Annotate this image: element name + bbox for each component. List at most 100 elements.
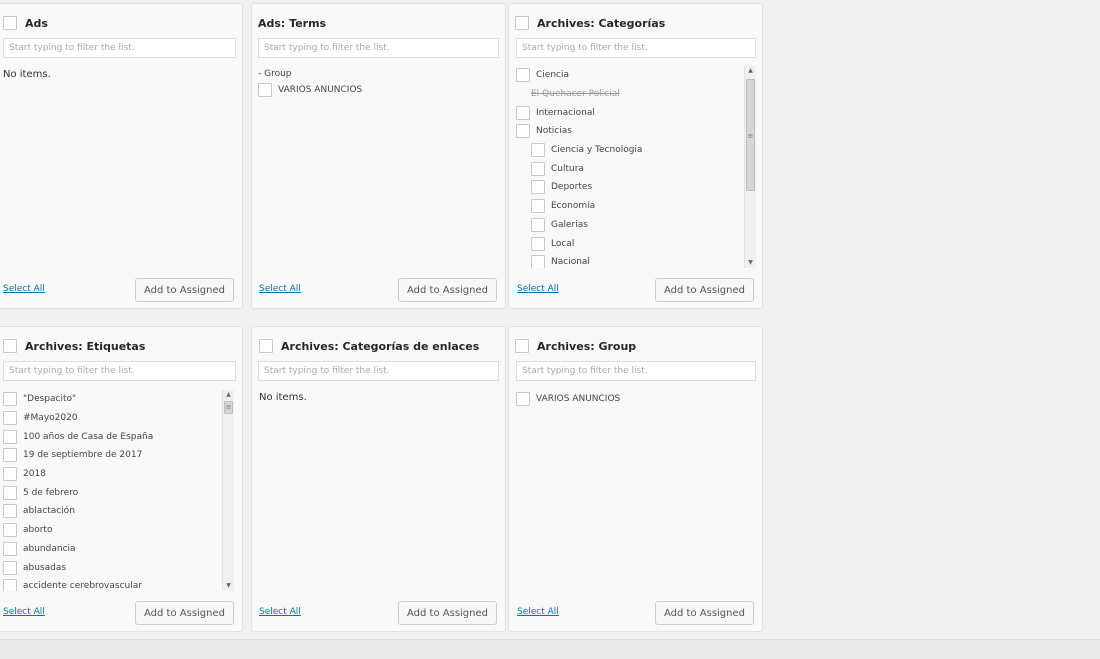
select-all-link[interactable]: Select All [259,284,301,294]
item-list: VARIOS ANUNCIOS [516,390,756,591]
item-checkbox[interactable] [531,143,545,158]
item-label: Ciencia y Tecnologia [551,145,643,156]
list-item[interactable]: Economía [516,197,756,216]
item-checkbox[interactable] [516,124,530,139]
add-to-assigned-button[interactable]: Add to Assigned [135,278,234,302]
item-label: #Mayo2020 [23,413,78,424]
item-label: Deportes [551,182,593,193]
list-item[interactable]: #Mayo2020 [3,409,234,428]
select-all-link[interactable]: Select All [517,284,559,294]
item-checkbox[interactable] [531,199,545,214]
list-item[interactable]: abundancia [3,540,234,559]
filter-input[interactable] [3,38,236,58]
item-checkbox[interactable] [531,180,545,195]
scroll-thumb[interactable]: ≡ [746,79,755,191]
item-checkbox[interactable] [516,105,530,120]
list-item[interactable]: 19 de septiembre de 2017 [3,446,234,465]
panel-select-checkbox[interactable] [3,16,17,30]
panel-select-checkbox[interactable] [259,339,273,353]
add-to-assigned-button[interactable]: Add to Assigned [655,601,754,625]
panel-ads-terms: Ads: Terms - Group VARIOS ANUNCIOS Selec… [251,3,506,309]
add-to-assigned-button[interactable]: Add to Assigned [398,601,497,625]
scroll-thumb[interactable]: ≡ [224,401,233,414]
add-to-assigned-button[interactable]: Add to Assigned [135,601,234,625]
item-checkbox[interactable] [516,392,530,407]
item-checkbox[interactable] [531,161,545,176]
arrow-up-icon[interactable]: ▲ [223,390,234,400]
add-to-assigned-button[interactable]: Add to Assigned [398,278,497,302]
item-checkbox[interactable] [531,217,545,232]
item-checkbox[interactable] [258,83,272,98]
filter-input[interactable] [258,38,499,58]
list-item[interactable]: "Despacito" [3,390,234,409]
item-checkbox[interactable] [531,236,545,251]
list-item[interactable]: 5 de febrero [3,483,234,502]
item-checkbox[interactable] [3,579,17,591]
panel-select-checkbox[interactable] [3,339,17,353]
grip-icon: ≡ [747,132,754,140]
item-label: abundancia [23,543,76,554]
item-checkbox[interactable] [3,411,17,426]
list-scrollbar[interactable]: ▲ ≡ ▼ [744,66,756,268]
item-checkbox[interactable] [516,68,530,83]
select-all-link[interactable]: Select All [259,607,301,617]
select-all-link[interactable]: Select All [3,284,45,294]
panel-archives-etiquetas: Archives: Etiquetas "Despacito" #Mayo202… [0,326,243,632]
list-item[interactable]: accidente cerebrovascular [3,577,234,591]
list-item[interactable]: aborto [3,521,234,540]
select-all-link[interactable]: Select All [517,607,559,617]
item-list: No items. [3,67,236,268]
item-checkbox[interactable] [3,541,17,556]
list-item[interactable]: Nacional [516,253,756,268]
list-item[interactable]: Cultura [516,159,756,178]
list-scrollbar[interactable]: ▲ ≡ ▼ [222,390,234,591]
panel-title: Archives: Categorías de enlaces [281,339,480,353]
arrow-down-icon[interactable]: ▼ [223,581,234,591]
list-item[interactable]: 100 años de Casa de España [3,427,234,446]
group-heading: - Group [258,67,499,81]
item-label: Nacional [551,257,590,268]
item-list: Ciencia El Quehacer Policial Internacion… [516,66,756,268]
list-item[interactable]: Galerias [516,216,756,235]
arrow-down-icon[interactable]: ▼ [745,258,756,268]
item-label: Noticias [536,126,572,137]
item-checkbox[interactable] [3,504,17,519]
item-label: Local [551,238,575,249]
list-item[interactable]: Ciencia y Tecnologia [516,141,756,160]
select-all-link[interactable]: Select All [3,607,45,617]
item-checkbox[interactable] [3,467,17,482]
item-checkbox[interactable] [3,560,17,575]
panel-select-checkbox[interactable] [515,339,529,353]
item-checkbox[interactable] [3,523,17,538]
item-checkbox[interactable] [531,255,545,268]
item-checkbox[interactable] [3,485,17,500]
item-label: Ciencia [536,70,569,81]
list-item[interactable]: 2018 [3,465,234,484]
filter-input[interactable] [516,38,756,58]
panel-select-checkbox[interactable] [515,16,529,30]
arrow-up-icon[interactable]: ▲ [745,66,756,76]
filter-input[interactable] [3,361,236,381]
list-item[interactable]: Internacional [516,103,756,122]
item-checkbox[interactable] [3,429,17,444]
item-label: Economía [551,201,596,212]
add-to-assigned-button[interactable]: Add to Assigned [655,278,754,302]
list-item[interactable]: VARIOS ANUNCIOS [258,81,499,100]
panel-title: Ads [25,16,48,30]
list-item[interactable]: Ciencia [516,66,756,85]
item-label: Cultura [551,163,584,174]
item-label: ablactación [23,506,75,517]
list-item[interactable]: Deportes [516,178,756,197]
list-item[interactable]: ablactación [3,502,234,521]
list-item[interactable]: VARIOS ANUNCIOS [516,390,756,409]
filter-input[interactable] [516,361,756,381]
item-checkbox[interactable] [3,448,17,463]
item-list: "Despacito" #Mayo2020 100 años de Casa d… [3,390,234,591]
filter-input[interactable] [258,361,499,381]
panel-title: Ads: Terms [258,16,327,30]
list-item[interactable]: abusadas [3,558,234,577]
list-item[interactable]: El Quehacer Policial [516,85,756,104]
item-checkbox[interactable] [3,392,17,407]
list-item[interactable]: Noticias [516,122,756,141]
list-item[interactable]: Local [516,234,756,253]
